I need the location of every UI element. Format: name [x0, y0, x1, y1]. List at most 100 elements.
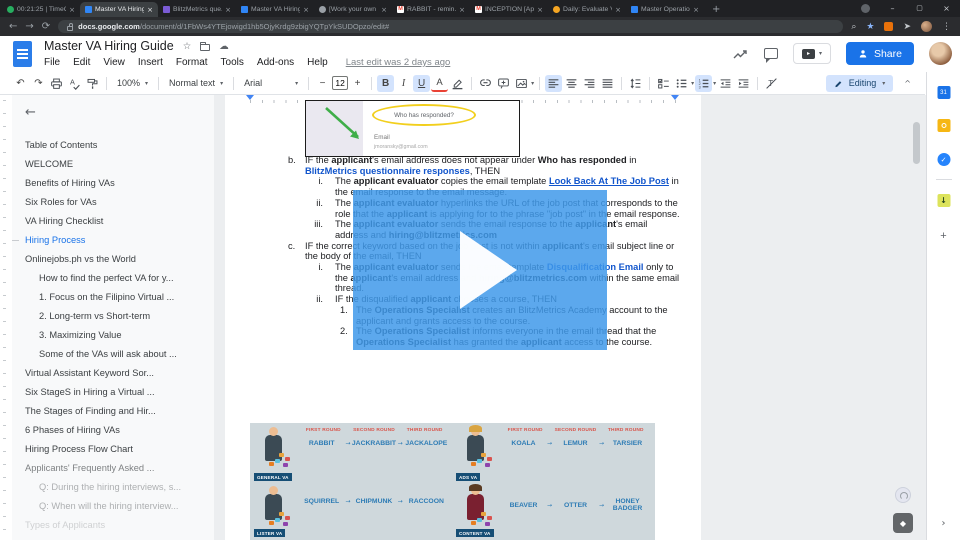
- font-size-increase-button[interactable]: +: [349, 75, 366, 92]
- google-keep-icon[interactable]: [937, 119, 950, 132]
- bookmark-star-icon[interactable]: ★: [866, 22, 874, 32]
- numbered-list-caret[interactable]: ▾: [713, 80, 716, 87]
- outline-item[interactable]: Table of Contents: [12, 136, 214, 155]
- play-button-icon[interactable]: [460, 231, 517, 309]
- collapse-toolbar-icon[interactable]: ^: [904, 79, 911, 88]
- browser-tab[interactable]: BlitzMetrics que...×: [158, 2, 236, 17]
- tab-close-icon[interactable]: ×: [615, 6, 621, 14]
- image-options-caret[interactable]: ▾: [531, 80, 534, 87]
- menu-dots-icon[interactable]: ⋮: [942, 22, 951, 32]
- bold-button[interactable]: B: [377, 75, 394, 92]
- pin-icon[interactable]: ➤: [903, 22, 911, 32]
- outline-item[interactable]: Virtual Assistant Keyword Sor...: [12, 364, 214, 383]
- outline-item[interactable]: WELCOME: [12, 155, 214, 174]
- menu-insert[interactable]: Insert: [138, 57, 163, 68]
- tab-close-icon[interactable]: ×: [303, 6, 309, 14]
- left-indent-marker[interactable]: [246, 95, 254, 100]
- bulleted-list-caret[interactable]: ▾: [691, 80, 694, 87]
- menu-help[interactable]: Help: [307, 57, 328, 68]
- outline-item[interactable]: Six Roles for VAs: [12, 193, 214, 212]
- video-overlay[interactable]: [353, 190, 607, 350]
- insert-image-button[interactable]: [513, 75, 530, 92]
- tab-close-icon[interactable]: ×: [147, 6, 153, 14]
- right-indent-marker[interactable]: [671, 95, 679, 100]
- italic-button[interactable]: I: [395, 75, 412, 92]
- user-avatar[interactable]: [929, 42, 952, 65]
- bulleted-list-button[interactable]: [673, 75, 690, 92]
- google-docs-logo-icon[interactable]: [13, 41, 32, 67]
- google-tasks-icon[interactable]: ✓: [937, 153, 950, 166]
- menu-edit[interactable]: Edit: [73, 57, 90, 68]
- reload-button[interactable]: ⟳: [42, 17, 50, 36]
- last-edit-link[interactable]: Last edit was 2 days ago: [346, 57, 451, 68]
- outline-item[interactable]: Six StageS in Hiring a Virtual ...: [12, 383, 214, 402]
- paint-format-button[interactable]: [84, 75, 101, 92]
- align-center-button[interactable]: [563, 75, 580, 92]
- menu-view[interactable]: View: [103, 57, 125, 68]
- outline-item[interactable]: Hiring Process Flow Chart: [12, 440, 214, 459]
- doc-link[interactable]: Look Back At The Job Post: [549, 176, 669, 186]
- insert-link-button[interactable]: [477, 75, 494, 92]
- spellcheck-button[interactable]: A: [66, 75, 83, 92]
- maximize-button[interactable]: ▢: [906, 0, 933, 17]
- text-color-button[interactable]: A: [431, 75, 448, 92]
- va-rounds-infographic[interactable]: GENERAL VAFIRST ROUNDSECOND ROUNDTHIRD R…: [250, 423, 655, 540]
- browser-profile-knob-icon[interactable]: [861, 4, 870, 13]
- browser-tab[interactable]: [Work your own ...×: [314, 2, 392, 17]
- outline-item[interactable]: VA Hiring Checklist: [12, 212, 214, 231]
- outline-item[interactable]: Q: When will the hiring interview...: [12, 497, 214, 516]
- browser-tab[interactable]: 00:21:25 | TimeC...×: [2, 2, 80, 17]
- browser-tab[interactable]: Master VA Hiring×: [236, 2, 314, 17]
- collapse-side-panel-icon[interactable]: ›: [942, 518, 946, 529]
- tab-close-icon[interactable]: ×: [69, 6, 75, 14]
- outline-item[interactable]: Types of Applicants: [12, 516, 214, 535]
- embedded-screenshot-figure[interactable]: Who has responded? Email jmoransky@gmail…: [305, 100, 520, 157]
- font-size-decrease-button[interactable]: −: [314, 75, 331, 92]
- forward-button[interactable]: →: [25, 17, 33, 36]
- google-calendar-icon[interactable]: 31: [937, 86, 950, 99]
- menu-file[interactable]: File: [44, 57, 60, 68]
- share-button[interactable]: Share: [846, 42, 914, 65]
- get-addons-plus-icon[interactable]: +: [940, 230, 946, 242]
- styles-select[interactable]: Normal text▾: [164, 78, 228, 88]
- outline-item[interactable]: 3. Maximizing Value: [12, 326, 214, 345]
- back-button[interactable]: ←: [9, 17, 17, 36]
- star-icon[interactable]: ☆: [183, 41, 192, 52]
- undo-button[interactable]: ↶: [12, 75, 29, 92]
- outline-item[interactable]: How to find the perfect VA for y...: [12, 269, 214, 288]
- zoom-select[interactable]: 100%▾: [112, 78, 153, 88]
- extension-icon[interactable]: [884, 22, 893, 31]
- add-comment-button[interactable]: [495, 75, 512, 92]
- outline-item[interactable]: Onlinejobs.ph vs the World: [12, 250, 214, 269]
- mode-select[interactable]: Editing ▾: [826, 75, 894, 92]
- numbered-list-button[interactable]: 123: [695, 75, 712, 92]
- minimize-button[interactable]: –: [879, 0, 906, 17]
- outline-item[interactable]: Hiring Process: [12, 231, 214, 250]
- outline-item[interactable]: Applicants' Frequently Asked ...: [12, 459, 214, 478]
- browser-tab[interactable]: Master VA Hiring×: [80, 2, 158, 17]
- browser-tab[interactable]: MINCEPTION [Ap...×: [470, 2, 548, 17]
- outline-item[interactable]: The Stages of Finding and Hir...: [12, 402, 214, 421]
- font-size-field[interactable]: 12: [332, 76, 348, 90]
- stats-icon[interactable]: [733, 48, 749, 60]
- menu-tools[interactable]: Tools: [221, 57, 244, 68]
- line-spacing-button[interactable]: [627, 75, 644, 92]
- outline-item[interactable]: 2. Long-term vs Short-term: [12, 307, 214, 326]
- browser-tab[interactable]: MRABBIT - remin...×: [392, 2, 470, 17]
- new-tab-button[interactable]: +: [712, 4, 720, 15]
- outline-item[interactable]: Benefits of Hiring VAs: [12, 174, 214, 193]
- decrease-indent-button[interactable]: [717, 75, 734, 92]
- menu-format[interactable]: Format: [176, 57, 208, 68]
- present-button[interactable]: ▸ ▾: [793, 43, 831, 64]
- align-right-button[interactable]: [581, 75, 598, 92]
- increase-indent-button[interactable]: [735, 75, 752, 92]
- browser-tab[interactable]: Master Operatio...×: [626, 2, 704, 17]
- move-folder-icon[interactable]: [200, 44, 210, 51]
- browser-tab[interactable]: Daily: Evaluate V...×: [548, 2, 626, 17]
- print-button[interactable]: [48, 75, 65, 92]
- comments-icon[interactable]: [764, 48, 778, 59]
- justify-button[interactable]: [599, 75, 616, 92]
- font-select[interactable]: Arial▾: [239, 78, 303, 88]
- clear-formatting-button[interactable]: T: [763, 75, 780, 92]
- zoom-icon[interactable]: ⌕: [851, 22, 856, 32]
